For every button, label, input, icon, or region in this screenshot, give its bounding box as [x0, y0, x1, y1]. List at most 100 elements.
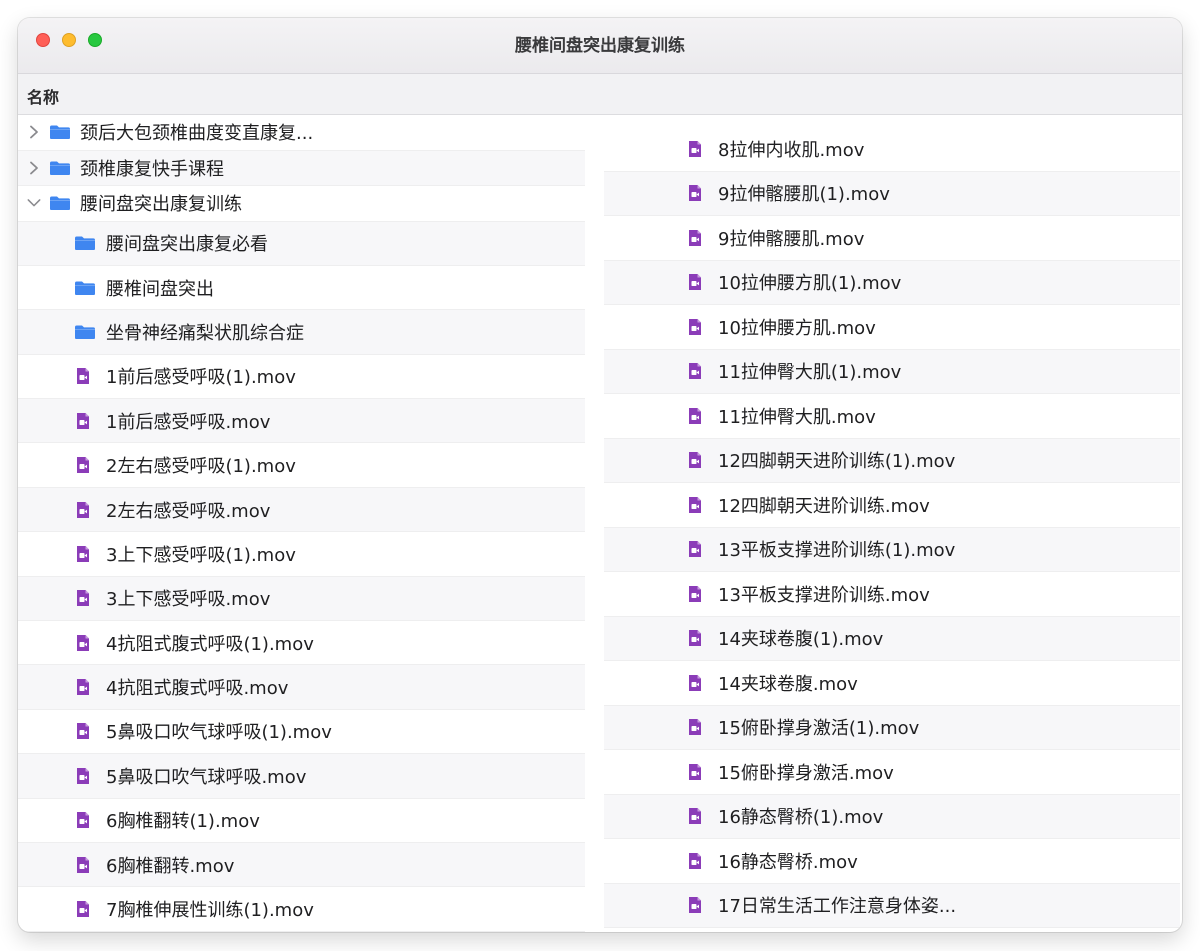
column-header-label: 名称 [27, 88, 60, 107]
folder-row[interactable]: 坐骨神经痛梨状肌综合症 [18, 310, 585, 355]
video-file-icon [76, 900, 90, 918]
folder-icon [74, 280, 96, 296]
video-file-icon [76, 678, 90, 696]
item-name: 14夹球卷腹(1).mov [718, 629, 884, 651]
item-name: 13平板支撑进阶训练.mov [718, 584, 930, 606]
item-name: 腰间盘突出康复必看 [106, 234, 268, 256]
video-file-icon [688, 229, 702, 247]
file-row[interactable]: 2左右感受呼吸(1).mov [18, 443, 585, 488]
video-file-icon [76, 456, 90, 474]
item-name: 9拉伸髂腰肌(1).mov [718, 184, 890, 206]
file-row[interactable]: 5鼻吸口吹气球呼吸(1).mov [18, 710, 585, 755]
file-row[interactable]: 14夹球卷腹.mov [604, 661, 1180, 706]
disclosure-chevron-right-icon[interactable] [27, 161, 41, 175]
disclosure-chevron-right-icon[interactable] [27, 125, 41, 139]
folder-row[interactable]: 腰椎间盘突出 [18, 266, 585, 311]
video-file-icon [688, 674, 702, 692]
file-row[interactable]: 6胸椎翻转.mov [18, 842, 585, 888]
item-name: 7胸椎伸展性训练(1).mov [106, 900, 314, 922]
item-name: 1前后感受呼吸.mov [106, 411, 271, 433]
item-name: 腰间盘突出康复训练 [80, 194, 242, 216]
item-name: 6胸椎翻转.mov [106, 855, 235, 877]
file-row[interactable]: 4抗阻式腹式呼吸.mov [18, 665, 585, 710]
item-name: 颈椎康复快手课程 [80, 158, 224, 180]
file-row[interactable]: 6胸椎翻转(1).mov [18, 799, 585, 843]
file-row[interactable]: 16静态臀桥(1).mov [604, 794, 1180, 839]
item-name: 2左右感受呼吸.mov [106, 500, 271, 522]
video-file-icon [688, 273, 702, 291]
file-row[interactable]: 8拉伸内收肌.mov [604, 127, 1180, 172]
item-name: 12四脚朝天进阶训练(1).mov [718, 451, 956, 473]
video-file-icon [688, 896, 702, 914]
folder-icon [49, 160, 71, 176]
file-row[interactable]: 15俯卧撑身激活.mov [604, 750, 1180, 795]
video-file-icon [76, 856, 90, 874]
item-name: 腰椎间盘突出 [106, 278, 214, 300]
item-name: 10拉伸腰方肌(1).mov [718, 273, 902, 295]
file-row[interactable]: 4抗阻式腹式呼吸(1).mov [18, 621, 585, 666]
file-row[interactable]: 13平板支撑进阶训练(1).mov [604, 527, 1180, 572]
item-name: 15俯卧撑身激活.mov [718, 762, 894, 784]
file-row[interactable]: 13平板支撑进阶训练.mov [604, 572, 1180, 617]
file-row[interactable]: 5鼻吸口吹气球呼吸.mov [18, 754, 585, 799]
video-file-icon [688, 852, 702, 870]
disclosure-chevron-down-icon[interactable] [27, 196, 41, 210]
file-row[interactable]: 9拉伸髂腰肌.mov [604, 216, 1180, 261]
video-file-icon [688, 807, 702, 825]
file-row[interactable]: 3上下感受呼吸.mov [18, 576, 585, 622]
item-name: 17日常生活工作注意身体姿... [718, 896, 957, 918]
item-name: 3上下感受呼吸.mov [106, 589, 271, 611]
file-row[interactable]: 11拉伸臀大肌(1).mov [604, 349, 1180, 394]
file-row[interactable]: 1前后感受呼吸(1).mov [18, 355, 585, 400]
item-name: 15俯卧撑身激活(1).mov [718, 718, 920, 740]
item-name: 坐骨神经痛梨状肌综合症 [106, 322, 304, 344]
video-file-icon [688, 140, 702, 158]
item-name: 11拉伸臀大肌(1).mov [718, 362, 902, 384]
item-name: 9拉伸髂腰肌.mov [718, 228, 865, 250]
file-row[interactable]: 10拉伸腰方肌.mov [604, 305, 1180, 350]
item-name: 10拉伸腰方肌.mov [718, 317, 876, 339]
folder-icon [49, 124, 71, 140]
item-name: 8拉伸内收肌.mov [718, 139, 865, 161]
file-row[interactable]: 10拉伸腰方肌(1).mov [604, 260, 1180, 305]
video-file-icon [688, 585, 702, 603]
window-title: 腰椎间盘突出康复训练 [515, 36, 685, 56]
item-name: 5鼻吸口吹气球呼吸.mov [106, 766, 307, 788]
video-file-icon [76, 634, 90, 652]
file-row[interactable]: 14夹球卷腹(1).mov [604, 616, 1180, 661]
folder-row[interactable]: 颈椎康复快手课程 [18, 150, 585, 186]
item-name: 3上下感受呼吸(1).mov [106, 544, 296, 566]
item-name: 16静态臀桥.mov [718, 851, 858, 873]
folder-icon [74, 324, 96, 340]
item-name: 4抗阻式腹式呼吸(1).mov [106, 633, 314, 655]
video-file-icon [688, 763, 702, 781]
video-file-icon [688, 184, 702, 202]
file-row[interactable]: 15俯卧撑身激活(1).mov [604, 705, 1180, 750]
file-row[interactable]: 9拉伸髂腰肌(1).mov [604, 171, 1180, 216]
video-file-icon [76, 767, 90, 785]
folder-icon [49, 195, 71, 211]
file-row[interactable]: 2左右感受呼吸.mov [18, 487, 585, 533]
file-row[interactable]: 7胸椎伸展性训练(1).mov [18, 887, 585, 932]
item-name: 12四脚朝天进阶训练.mov [718, 495, 930, 517]
item-name: 16静态臀桥(1).mov [718, 807, 884, 829]
video-file-icon [688, 496, 702, 514]
finder-window: 腰椎间盘突出康复训练 名称 颈后大包颈椎曲度变直康复... 颈椎康复快手课程 腰间盘… [18, 18, 1182, 932]
video-file-icon [76, 501, 90, 519]
item-name: 6胸椎翻转(1).mov [106, 811, 260, 833]
file-list-right: 8拉伸内收肌.mov 9拉伸髂腰肌(1).mov 9拉伸髂腰肌.mov 10拉伸腰方肌… [604, 115, 1180, 928]
file-row[interactable]: 11拉伸臀大肌.mov [604, 394, 1180, 439]
video-file-icon [76, 545, 90, 563]
folder-row[interactable]: 腰间盘突出康复必看 [18, 221, 585, 266]
file-row[interactable]: 3上下感受呼吸(1).mov [18, 532, 585, 577]
folder-row[interactable]: 颈后大包颈椎曲度变直康复... [18, 115, 585, 151]
file-row[interactable]: 16静态臀桥.mov [604, 839, 1180, 884]
column-header-name[interactable]: 名称 [18, 74, 1182, 115]
file-row[interactable]: 12四脚朝天进阶训练(1).mov [604, 438, 1180, 483]
file-row[interactable]: 1前后感受呼吸.mov [18, 399, 585, 444]
item-name: 14夹球卷腹.mov [718, 673, 858, 695]
folder-row[interactable]: 腰间盘突出康复训练 [18, 186, 585, 222]
video-file-icon [76, 722, 90, 740]
file-row[interactable]: 17日常生活工作注意身体姿... [604, 883, 1180, 928]
file-row[interactable]: 12四脚朝天进阶训练.mov [604, 483, 1180, 528]
